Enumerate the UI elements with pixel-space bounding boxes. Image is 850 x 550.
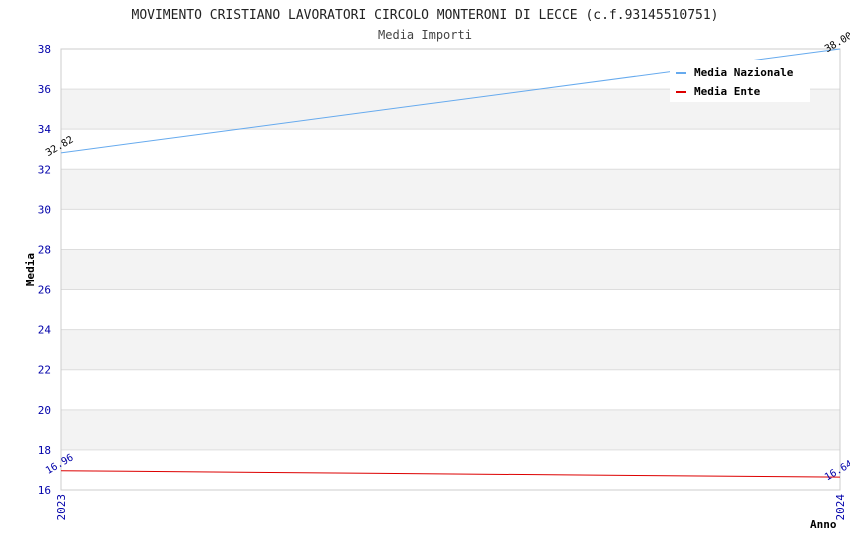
y-axis-ticks: 16 18 20 22 24 26 28 30 32 34 36 38 bbox=[38, 43, 52, 497]
legend-label: Media Ente bbox=[694, 85, 761, 98]
x-tick-label: 2023 bbox=[55, 494, 68, 521]
y-tick-label: 28 bbox=[38, 243, 51, 256]
y-tick-label: 20 bbox=[38, 404, 51, 417]
series-line bbox=[60, 470, 841, 478]
y-tick-label: 16 bbox=[38, 484, 51, 497]
y-axis-label: Media bbox=[24, 253, 37, 286]
line-chart: MOVIMENTO CRISTIANO LAVORATORI CIRCOLO M… bbox=[24, 8, 850, 531]
y-tick-label: 36 bbox=[38, 83, 51, 96]
y-tick-label: 30 bbox=[38, 203, 51, 216]
y-tick-label: 34 bbox=[38, 123, 52, 136]
x-axis-ticks: 2023 2024 bbox=[55, 494, 847, 521]
data-label: 16.64 bbox=[823, 459, 850, 484]
grid-band bbox=[61, 169, 840, 210]
grid-band bbox=[61, 329, 840, 370]
grid-bands bbox=[61, 89, 840, 450]
y-tick-label: 18 bbox=[38, 444, 51, 457]
grid-band bbox=[61, 249, 840, 290]
chart-title: MOVIMENTO CRISTIANO LAVORATORI CIRCOLO M… bbox=[132, 8, 719, 23]
y-tick-label: 32 bbox=[38, 163, 51, 176]
legend-label: Media Nazionale bbox=[694, 66, 794, 79]
chart-subtitle: Media Importi bbox=[378, 28, 472, 42]
legend: Media Nazionale Media Ente bbox=[670, 60, 810, 102]
y-tick-label: 38 bbox=[38, 43, 51, 56]
grid-band bbox=[61, 409, 840, 450]
y-tick-label: 24 bbox=[38, 324, 52, 337]
data-label: 38.00 bbox=[823, 31, 850, 56]
y-tick-label: 22 bbox=[38, 364, 51, 377]
data-label: 32.82 bbox=[44, 134, 76, 159]
x-tick-label: 2024 bbox=[834, 494, 847, 521]
x-axis-label: Anno bbox=[810, 518, 837, 531]
y-tick-label: 26 bbox=[38, 284, 51, 297]
